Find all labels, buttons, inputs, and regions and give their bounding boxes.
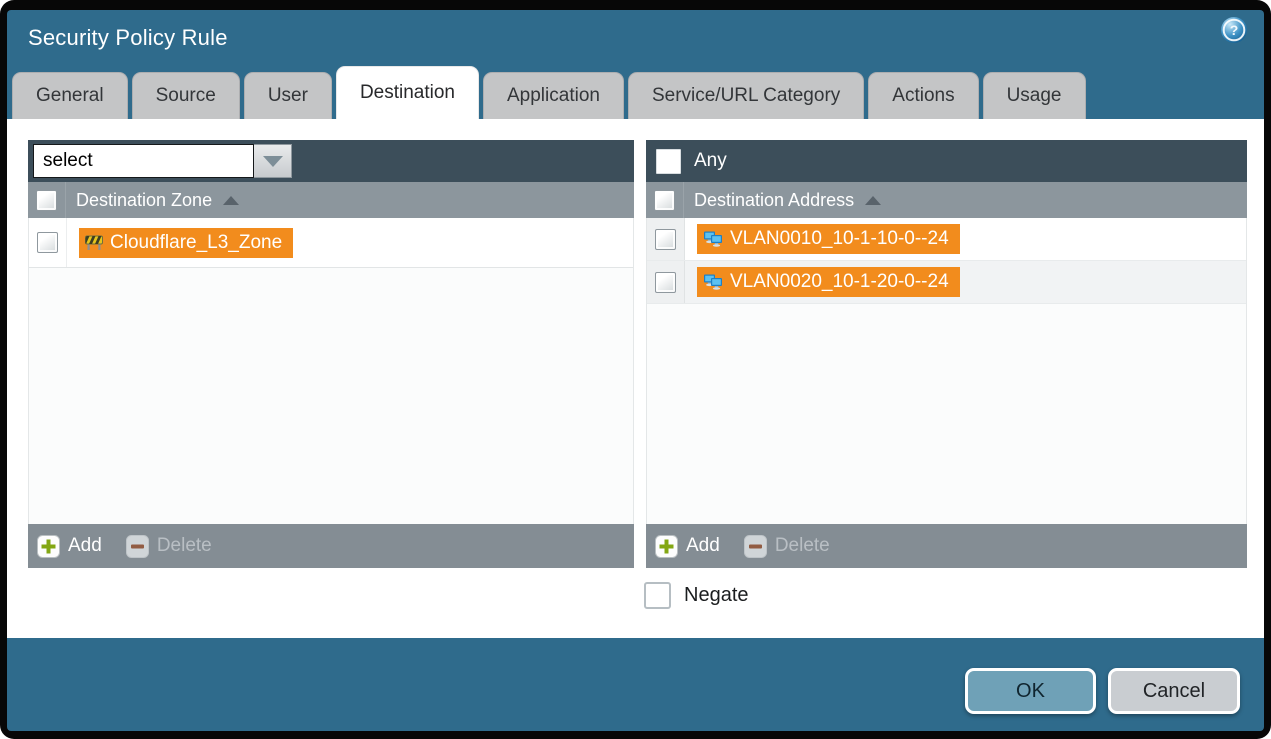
address-column-header[interactable]: Destination Address [684, 182, 881, 218]
zone-panel-footer: Add Delete [28, 524, 634, 568]
address-delete-button[interactable]: Delete [744, 535, 830, 558]
destination-address-panel: Any Destination Address [646, 140, 1247, 568]
tab-service-url-category-label: Service/URL Category [652, 85, 840, 107]
tab-usage[interactable]: Usage [983, 72, 1086, 119]
address-row-checkbox-cell [647, 261, 685, 303]
zone-type-select-button[interactable] [254, 144, 292, 178]
address-delete-label: Delete [775, 535, 830, 557]
tab-source[interactable]: Source [132, 72, 240, 119]
zone-add-label: Add [68, 535, 102, 557]
address-column-header-row: Destination Address [646, 182, 1247, 218]
tab-actions[interactable]: Actions [868, 72, 978, 119]
tab-general-label: General [36, 85, 104, 107]
tab-source-label: Source [156, 85, 216, 107]
any-checkbox[interactable] [656, 149, 681, 174]
tab-service-url-category[interactable]: Service/URL Category [628, 72, 864, 119]
dialog-title: Security Policy Rule [28, 25, 228, 51]
tab-application-label: Application [507, 85, 600, 107]
dialog-button-bar: OK Cancel [7, 638, 1264, 731]
negate-row: Negate [644, 582, 1247, 609]
negate-label: Negate [684, 584, 749, 607]
address-panel-footer: Add Delete [646, 524, 1247, 568]
zone-panel-toolbar: select [28, 140, 634, 182]
delete-icon [744, 535, 767, 558]
address-item-vlan0010[interactable]: VLAN0010_10-1-10-0--24 [697, 224, 960, 254]
tab-destination[interactable]: Destination [336, 66, 479, 119]
sort-ascending-icon [223, 196, 239, 205]
address-item-label: VLAN0010_10-1-10-0--24 [730, 228, 949, 250]
tab-destination-label: Destination [360, 82, 455, 104]
zone-add-button[interactable]: Add [37, 535, 102, 558]
cancel-button[interactable]: Cancel [1108, 668, 1240, 714]
any-label: Any [694, 150, 727, 172]
address-list: VLAN0010_10-1-10-0--24 [646, 218, 1247, 524]
zone-type-select[interactable]: select [33, 144, 292, 178]
zone-item-cloudflare-l3-zone[interactable]: Cloudflare_L3_Zone [79, 228, 293, 258]
zone-row-checkbox[interactable] [37, 232, 58, 253]
zone-delete-button[interactable]: Delete [126, 535, 212, 558]
chevron-down-icon [263, 156, 283, 167]
destination-zone-panel: select Destination Zone [28, 140, 634, 568]
address-select-all-cell [646, 182, 684, 218]
sort-ascending-icon [865, 196, 881, 205]
zone-column-header-label: Destination Zone [76, 190, 212, 211]
zone-type-select-value[interactable]: select [33, 144, 254, 178]
zone-list-row: Cloudflare_L3_Zone [29, 218, 633, 268]
tab-bar: General Source User Destination Applicat… [7, 66, 1264, 119]
address-row-checkbox-cell [647, 218, 685, 260]
tab-user-label: User [268, 85, 308, 107]
address-add-button[interactable]: Add [655, 535, 720, 558]
address-list-row: VLAN0020_10-1-20-0--24 [647, 261, 1246, 304]
tab-application[interactable]: Application [483, 72, 624, 119]
zone-delete-label: Delete [157, 535, 212, 557]
address-row-checkbox[interactable] [655, 229, 676, 250]
zone-select-all-checkbox[interactable] [36, 190, 57, 211]
address-item-vlan0020[interactable]: VLAN0020_10-1-20-0--24 [697, 267, 960, 297]
help-icon[interactable]: ? [1220, 16, 1248, 44]
address-list-row: VLAN0010_10-1-10-0--24 [647, 218, 1246, 261]
tab-actions-label: Actions [892, 85, 954, 107]
tab-usage-label: Usage [1007, 85, 1062, 107]
zone-column-header[interactable]: Destination Zone [66, 182, 239, 218]
delete-icon [126, 535, 149, 558]
address-add-label: Add [686, 535, 720, 557]
negate-checkbox[interactable] [644, 582, 671, 609]
zone-item-label: Cloudflare_L3_Zone [110, 232, 282, 254]
add-icon [655, 535, 678, 558]
address-panel-toolbar: Any [646, 140, 1247, 182]
address-row-checkbox[interactable] [655, 272, 676, 293]
add-icon [37, 535, 60, 558]
address-icon [703, 274, 723, 291]
tab-general[interactable]: General [12, 72, 128, 119]
zone-icon [85, 234, 103, 251]
address-column-header-label: Destination Address [694, 190, 854, 211]
security-policy-rule-dialog: Security Policy Rule ? General Source U [7, 10, 1264, 731]
zone-row-checkbox-cell [29, 218, 67, 267]
destination-tab-content: select Destination Zone [7, 119, 1264, 638]
zone-list: Cloudflare_L3_Zone [28, 218, 634, 524]
address-item-label: VLAN0020_10-1-20-0--24 [730, 271, 949, 293]
address-icon [703, 231, 723, 248]
tab-user[interactable]: User [244, 72, 332, 119]
screen: Security Policy Rule ? General Source U [0, 0, 1271, 739]
zone-column-header-row: Destination Zone [28, 182, 634, 218]
titlebar: Security Policy Rule ? [7, 10, 1264, 66]
address-select-all-checkbox[interactable] [654, 190, 675, 211]
ok-button[interactable]: OK [965, 668, 1096, 714]
svg-text:?: ? [1230, 22, 1239, 38]
zone-select-all-cell [28, 182, 66, 218]
